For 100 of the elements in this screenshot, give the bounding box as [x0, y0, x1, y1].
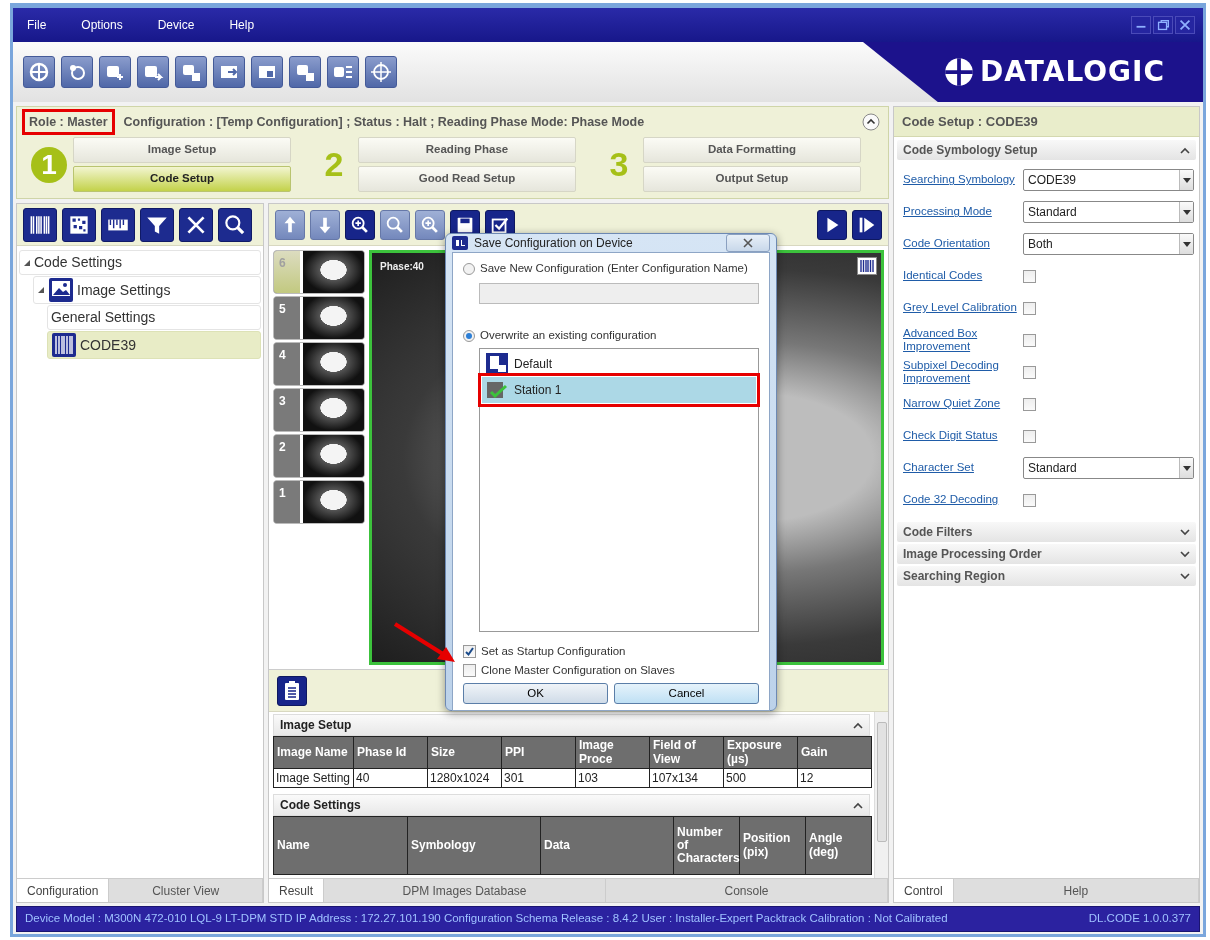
play-icon[interactable]: [817, 209, 847, 240]
name-input-field[interactable]: [479, 283, 759, 304]
checkbox[interactable]: [1023, 429, 1036, 443]
search-icon[interactable]: [218, 207, 252, 242]
panel-title: Code Setup : CODE39: [894, 107, 1199, 137]
zoom-icon[interactable]: [380, 209, 410, 240]
menu-item[interactable]: Help: [221, 16, 270, 34]
tree-item[interactable]: General Settings: [47, 305, 261, 330]
setting-link[interactable]: Grey Level Calibration: [903, 301, 1023, 315]
section-header[interactable]: Image Setup: [273, 714, 870, 736]
crosshair-icon[interactable]: [365, 56, 397, 88]
role-label: Role : Master: [25, 111, 112, 133]
menu-item[interactable]: Device: [149, 16, 210, 34]
checkbox[interactable]: [1023, 301, 1036, 315]
column-header: Symbology: [407, 816, 541, 875]
column-header: Data: [540, 816, 674, 875]
checkbox[interactable]: [1023, 333, 1036, 347]
arrow-up-icon[interactable]: [275, 209, 305, 240]
checkbox[interactable]: [463, 645, 476, 658]
section-header[interactable]: Code Symbology Setup: [897, 140, 1196, 160]
setting-link[interactable]: Character Set: [903, 461, 1023, 475]
collapse-icon[interactable]: [862, 113, 880, 131]
tree-item[interactable]: Code Settings: [19, 250, 261, 275]
column-header: Number of Characters: [673, 816, 740, 875]
section-title: Image Setup: [280, 717, 352, 734]
step-number: 2: [324, 144, 344, 185]
step-forward-icon[interactable]: [852, 209, 882, 240]
expander-icon[interactable]: [37, 286, 45, 294]
zoom-in-icon[interactable]: [345, 209, 375, 240]
clipboard-icon[interactable]: [277, 675, 307, 706]
setting-link[interactable]: Code 32 Decoding: [903, 493, 1023, 507]
section-header[interactable]: Code Filters: [897, 522, 1196, 542]
expander-icon[interactable]: [23, 258, 31, 267]
column-header: Field of View: [649, 736, 724, 769]
thumbnail[interactable]: 1: [273, 480, 365, 524]
tree-item[interactable]: CODE39: [47, 331, 261, 359]
setting-link[interactable]: Identical Codes: [903, 269, 1023, 283]
setting-link[interactable]: Check Digit Status: [903, 429, 1023, 443]
tab[interactable]: Cluster View: [109, 879, 263, 902]
section-title: Image Processing Order: [903, 546, 1042, 563]
checkbox[interactable]: [1023, 365, 1036, 379]
menu-item[interactable]: File: [19, 16, 62, 34]
chevron-down-icon: [1180, 572, 1190, 580]
setting-link[interactable]: Subpixel Decoding Improvement: [903, 358, 1023, 386]
scrollbar[interactable]: [874, 712, 888, 878]
restore-icon[interactable]: [1153, 16, 1173, 34]
dropdown[interactable]: Standard: [1023, 201, 1194, 223]
checkbox[interactable]: [1023, 397, 1036, 411]
radio-button[interactable]: [463, 330, 475, 342]
column-header: PPI: [501, 736, 576, 769]
thumbnail[interactable]: 5: [273, 296, 365, 340]
menu-item[interactable]: Options: [73, 16, 138, 34]
step-button[interactable]: Output Setup: [643, 166, 861, 192]
dialog-button[interactable]: Cancel: [614, 683, 759, 704]
filter-icon[interactable]: [140, 207, 174, 242]
list-item[interactable]: Default: [482, 351, 756, 377]
ruler-icon[interactable]: [101, 207, 135, 242]
setting-link[interactable]: Searching Symbology: [903, 173, 1023, 187]
tab[interactable]: Help: [953, 879, 1199, 902]
setting-link[interactable]: Narrow Quiet Zone: [903, 397, 1023, 411]
target-icon[interactable]: [23, 56, 55, 88]
chevron-up-icon: [853, 801, 863, 809]
app-icon: [452, 236, 468, 250]
thumbnail[interactable]: 2: [273, 434, 365, 478]
thumbnail[interactable]: 3: [273, 388, 365, 432]
section-header[interactable]: Searching Region: [897, 566, 1196, 586]
thumbnail[interactable]: 4: [273, 342, 365, 386]
image-icon: [48, 277, 74, 303]
step-button[interactable]: Reading Phase: [358, 137, 576, 163]
setting-link[interactable]: Code Orientation: [903, 237, 1023, 251]
checkbox[interactable]: [1023, 269, 1036, 283]
tab[interactable]: Console: [606, 879, 888, 902]
minimize-icon[interactable]: [1131, 16, 1151, 34]
tree-item[interactable]: Image Settings: [33, 276, 261, 304]
setting-link[interactable]: Processing Mode: [903, 205, 1023, 219]
checkbox[interactable]: [1023, 493, 1036, 507]
section-header[interactable]: Code Settings: [273, 794, 870, 816]
setting-link[interactable]: Advanced Box Improvement: [903, 326, 1023, 354]
section-header[interactable]: Image Processing Order: [897, 544, 1196, 564]
barcode-icon[interactable]: [23, 207, 57, 242]
dropdown[interactable]: CODE39: [1023, 169, 1194, 191]
dropdown[interactable]: Both: [1023, 233, 1194, 255]
status-line: Configuration : [Temp Configuration] ; Status : Halt ; Reading Phase Mode: Phase Mode: [123, 113, 645, 131]
step-button[interactable]: Data Formatting: [643, 137, 861, 163]
step-button[interactable]: Good Read Setup: [358, 166, 576, 192]
column-header: Position (pix): [739, 816, 806, 875]
device-info: Device Model : M300N 472-010 LQL-9 LT-DPM STD IP Address : 172.27.101.190 Configuration Schema Release : 8.4.2 User : Installer-Expert Packtrack Calibration : Not Calibrated: [25, 911, 948, 927]
radio-button[interactable]: [463, 263, 475, 275]
tab[interactable]: DPM Images Database: [324, 879, 606, 902]
column-header: Phase Id: [353, 736, 428, 769]
checkbox[interactable]: [463, 664, 476, 677]
barcode-icon[interactable]: [857, 257, 877, 275]
arrow-down-icon[interactable]: [310, 209, 340, 240]
matrix-code-icon[interactable]: [62, 207, 96, 242]
dialog-button[interactable]: OK: [463, 683, 608, 704]
close-icon[interactable]: [179, 207, 213, 242]
step-button[interactable]: Code Setup: [73, 166, 291, 192]
section-title: Code Symbology Setup: [903, 142, 1038, 159]
dropdown[interactable]: Standard: [1023, 457, 1194, 479]
step-button[interactable]: Image Setup: [73, 137, 291, 163]
